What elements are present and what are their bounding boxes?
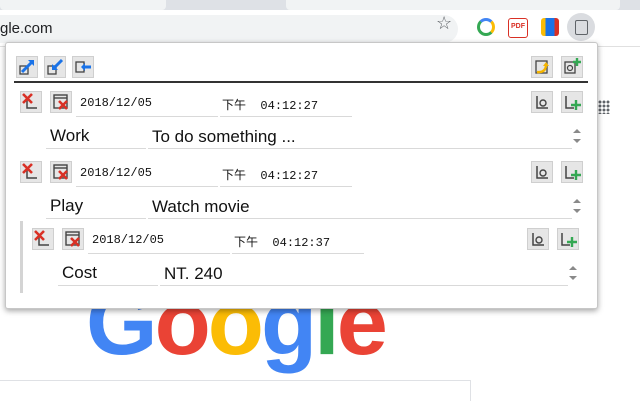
entry-scrollbar[interactable] <box>567 260 579 286</box>
document-icon <box>575 20 588 35</box>
delete-entry-icon[interactable] <box>20 91 42 113</box>
tab-right[interactable] <box>286 0 620 10</box>
entry-time: 04:12:27 <box>260 169 319 183</box>
entry-date[interactable]: 2018/12/05 <box>88 228 230 254</box>
entry-ampm: 下午 <box>222 169 247 183</box>
url-text: gle.com <box>0 20 53 37</box>
extension-icon-flag[interactable] <box>541 18 559 36</box>
entry-time-field[interactable]: 下午 04:12:27 <box>220 91 352 117</box>
bookmark-star-icon[interactable]: ☆ <box>436 13 452 34</box>
notes-popup: 2018/12/05 下午 04:12:27 Work To do someth… <box>5 42 598 309</box>
clear-entry-icon[interactable] <box>50 161 72 183</box>
extension-icon-circle[interactable] <box>477 18 495 36</box>
scroll-down-arrow[interactable] <box>573 139 581 143</box>
scroll-down-arrow[interactable] <box>573 209 581 213</box>
entry-value[interactable]: Watch movie <box>148 193 572 219</box>
entry-time: 04:12:27 <box>260 99 319 113</box>
refresh-icon[interactable] <box>531 56 553 78</box>
scroll-down-arrow[interactable] <box>569 276 577 280</box>
extension-icon-pdf[interactable]: PDF <box>508 18 528 38</box>
delete-entry-icon[interactable] <box>32 228 54 250</box>
search-box-edge <box>0 380 471 401</box>
clear-entry-icon[interactable] <box>50 91 72 113</box>
entry-time: 04:12:37 <box>272 236 331 250</box>
move-entry-icon[interactable] <box>531 161 553 183</box>
move-out-icon[interactable] <box>16 56 38 78</box>
scroll-up-arrow[interactable] <box>573 199 581 203</box>
notes-extension-icon[interactable] <box>567 13 595 41</box>
delete-entry-icon[interactable] <box>20 161 42 183</box>
clear-entry-icon[interactable] <box>62 228 84 250</box>
entry-value[interactable]: NT. 240 <box>160 260 568 286</box>
add-note-icon[interactable] <box>561 56 583 78</box>
move-entry-icon[interactable] <box>531 91 553 113</box>
entry-key[interactable]: Work <box>46 123 146 149</box>
scroll-up-arrow[interactable] <box>573 129 581 133</box>
address-bar[interactable]: gle.com <box>0 15 458 43</box>
add-child-icon[interactable] <box>561 161 583 183</box>
entry-key[interactable]: Play <box>46 193 146 219</box>
entry-scrollbar[interactable] <box>571 123 583 149</box>
scroll-up-arrow[interactable] <box>569 266 577 270</box>
toolbar-divider <box>14 81 588 83</box>
entry-scrollbar[interactable] <box>571 193 583 219</box>
export-icon[interactable] <box>72 56 94 78</box>
entry-date[interactable]: 2018/12/05 <box>76 161 218 187</box>
entry-ampm: 下午 <box>222 99 247 113</box>
move-entry-icon[interactable] <box>527 228 549 250</box>
tab-strip <box>0 0 640 10</box>
import-icon[interactable] <box>44 56 66 78</box>
add-child-icon[interactable] <box>557 228 579 250</box>
entry-value[interactable]: To do something ... <box>148 123 572 149</box>
entry-key[interactable]: Cost <box>58 260 158 286</box>
apps-grid-icon[interactable] <box>598 100 610 114</box>
entry-time-field[interactable]: 下午 04:12:27 <box>220 161 352 187</box>
tab-left[interactable] <box>0 0 166 10</box>
add-child-icon[interactable] <box>561 91 583 113</box>
entry-ampm: 下午 <box>234 236 259 250</box>
entry-date[interactable]: 2018/12/05 <box>76 91 218 117</box>
child-indent-line <box>20 221 23 293</box>
entry-time-field[interactable]: 下午 04:12:37 <box>232 228 364 254</box>
